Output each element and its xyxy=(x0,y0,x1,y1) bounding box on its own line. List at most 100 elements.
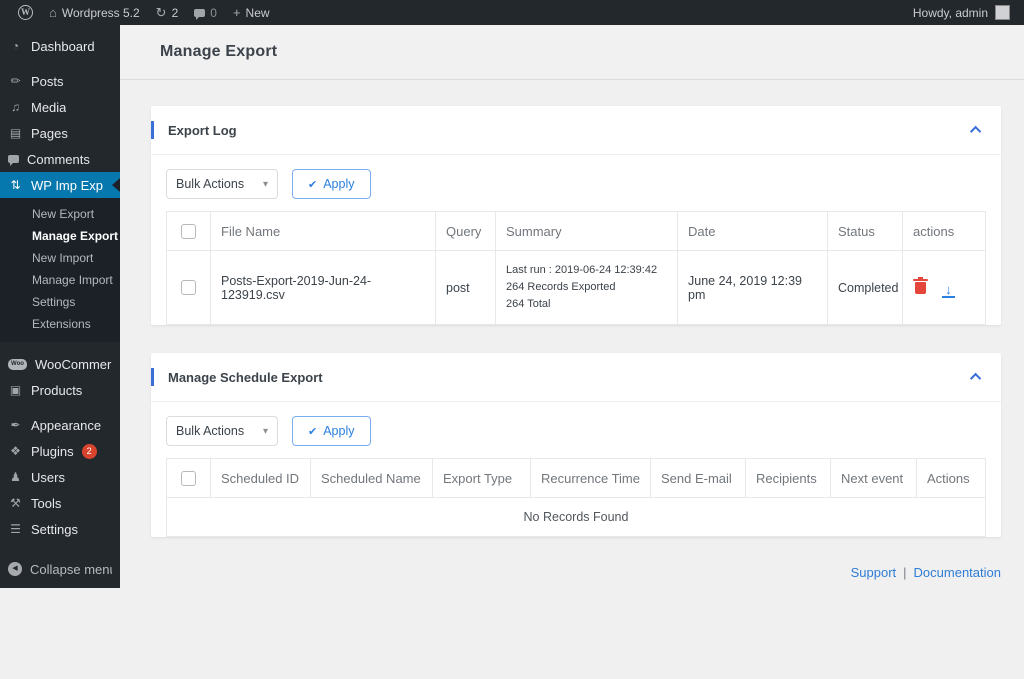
comments-icon xyxy=(8,155,19,166)
posts-icon: ✏ xyxy=(10,74,21,88)
collapse-panel-icon[interactable] xyxy=(969,125,982,138)
summary-line: 264 Total xyxy=(506,298,551,311)
import-export-icon: ⇅ xyxy=(10,178,21,192)
menu-separator xyxy=(0,342,120,351)
schedule-export-title: Manage Schedule Export xyxy=(168,369,323,385)
chevron-down-icon: ▾ xyxy=(262,178,268,190)
sidebar-item-label: Settings xyxy=(31,521,78,537)
collapse-panel-icon[interactable] xyxy=(969,372,982,385)
sidebar-item-users[interactable]: ♟ Users xyxy=(0,464,120,490)
column-header-scheduled-id: Scheduled ID xyxy=(210,458,311,499)
bulk-actions-select[interactable]: Bulk Actions ▾ xyxy=(166,416,278,447)
sidebar-item-label: Plugins xyxy=(31,443,74,459)
comments-count: 0 xyxy=(210,5,217,20)
sidebar-item-tools[interactable]: ⚒ Tools xyxy=(0,490,120,516)
checkbox-header-cell xyxy=(166,210,211,252)
status-cell: Completed xyxy=(827,250,903,326)
documentation-link[interactable]: Documentation xyxy=(914,565,1001,580)
sidebar-menu: ◔ Dashboard ✏ Posts ♫ Media ▤ Pages Comments ⇅ WP … xyxy=(0,25,120,588)
sidebar-item-woocommerce[interactable]: Woo WooCommerce xyxy=(0,351,120,377)
submenu-item-new-export[interactable]: New Export xyxy=(0,203,120,225)
sidebar-item-media[interactable]: ♫ Media xyxy=(0,94,120,120)
plus-icon: + xyxy=(232,5,241,20)
sidebar-item-wp-imp-exp[interactable]: ⇅ WP Imp Exp xyxy=(0,172,120,198)
sidebar-item-label: Posts xyxy=(31,73,64,89)
trash-icon[interactable] xyxy=(913,276,928,294)
sidebar-item-dashboard[interactable]: ◔ Dashboard xyxy=(0,33,120,59)
chevron-down-icon: ▾ xyxy=(262,425,268,437)
wordpress-menu[interactable]: W xyxy=(10,0,41,25)
download-icon[interactable]: ↓ xyxy=(942,283,955,298)
submenu-item-new-import[interactable]: New Import xyxy=(0,247,120,269)
summary-line: 264 Records Exported xyxy=(506,281,616,294)
column-header-recipients: Recipients xyxy=(745,458,831,499)
submenu-item-extensions[interactable]: Extensions xyxy=(0,313,120,335)
submenu-item-settings[interactable]: Settings xyxy=(0,291,120,313)
checkbox-cell xyxy=(166,250,211,326)
submenu-item-manage-import[interactable]: Manage Import xyxy=(0,269,120,291)
no-records-message: No Records Found xyxy=(166,497,986,538)
apply-button[interactable]: ✔ Apply xyxy=(292,416,371,447)
column-header-export-type: Export Type xyxy=(432,458,531,499)
check-icon: ✔ xyxy=(308,425,318,438)
column-header-actions: Actions xyxy=(916,458,986,499)
column-header-recurrence-time: Recurrence Time xyxy=(530,458,651,499)
site-name-link[interactable]: ⌂ Wordpress 5.2 xyxy=(41,0,148,25)
apply-button[interactable]: ✔ Apply xyxy=(292,169,371,199)
footer-separator: | xyxy=(903,565,907,581)
menu-separator xyxy=(0,542,120,556)
settings-icon: ☰ xyxy=(10,522,21,536)
new-content-link[interactable]: + New xyxy=(225,0,278,25)
column-header-file-name: File Name xyxy=(210,210,436,252)
column-header-next-event: Next event xyxy=(830,458,917,499)
export-log-table: File Name Query Summary Date Status actions Po… xyxy=(166,210,986,326)
schedule-export-panel: Manage Schedule Export Bulk Actions ▾ ✔ … xyxy=(151,353,1001,538)
site-name: Wordpress 5.2 xyxy=(61,5,140,20)
sidebar-item-collapse-menu[interactable]: ◀ Collapse menu xyxy=(0,556,120,582)
sidebar-item-pages[interactable]: ▤ Pages xyxy=(0,120,120,146)
column-header-summary: Summary xyxy=(495,210,678,252)
comments-bubble-icon xyxy=(194,8,206,20)
comments-link[interactable]: 0 xyxy=(186,0,225,25)
column-header-send-e-mail: Send E-mail xyxy=(650,458,746,499)
users-icon: ♟ xyxy=(10,470,21,484)
select-all-checkbox[interactable] xyxy=(181,471,196,487)
sidebar-item-label: WooCommerce xyxy=(35,356,112,372)
actions-cell: ↓ xyxy=(902,250,986,326)
tools-icon: ⚒ xyxy=(10,496,21,510)
select-all-checkbox[interactable] xyxy=(181,224,196,240)
sidebar-item-products[interactable]: ▣ Products xyxy=(0,377,120,403)
table-row: Posts-Export-2019-Jun-24-123919.csv post L… xyxy=(166,250,986,326)
export-log-panel-header: Export Log xyxy=(151,106,1001,155)
sidebar-item-appearance[interactable]: ✒ Appearance xyxy=(0,412,120,438)
sidebar-item-label: Comments xyxy=(27,151,90,167)
submenu-item-manage-export[interactable]: Manage Export xyxy=(0,225,120,247)
apply-label: Apply xyxy=(323,424,355,439)
schedule-export-panel-header: Manage Schedule Export xyxy=(151,353,1001,403)
howdy-text[interactable]: Howdy, admin xyxy=(913,6,988,20)
sidebar-item-label: Appearance xyxy=(31,417,102,433)
sidebar-item-settings[interactable]: ☰ Settings xyxy=(0,516,120,542)
sidebar-item-label: WP Imp Exp xyxy=(31,177,104,193)
sidebar-item-label: Collapse menu xyxy=(30,561,112,577)
column-header-query: Query xyxy=(435,210,496,252)
sidebar-item-posts[interactable]: ✏ Posts xyxy=(0,68,120,94)
support-link[interactable]: Support xyxy=(851,565,897,580)
check-icon: ✔ xyxy=(308,178,318,191)
export-log-panel: Export Log Bulk Actions ▾ ✔ Apply File N… xyxy=(151,106,1001,326)
sidebar-item-comments[interactable]: Comments xyxy=(0,146,120,172)
appearance-icon: ✒ xyxy=(10,418,21,432)
apply-label: Apply xyxy=(323,177,355,191)
sidebar-item-plugins[interactable]: ❖ Plugins 2 xyxy=(0,438,120,464)
products-icon: ▣ xyxy=(9,383,22,397)
sidebar-item-label: Media xyxy=(31,99,67,115)
admin-bar: W ⌂ Wordpress 5.2 ↻ 2 0 + New Howdy, adm… xyxy=(0,0,1024,25)
table-header-row: Scheduled ID Scheduled Name Export Type Rec… xyxy=(166,458,986,499)
bulk-actions-select[interactable]: Bulk Actions ▾ xyxy=(166,169,278,199)
updates-count: 2 xyxy=(171,5,179,20)
file-name-cell: Posts-Export-2019-Jun-24-123919.csv xyxy=(210,250,436,326)
user-avatar[interactable] xyxy=(995,5,1010,20)
updates-link[interactable]: ↻ 2 xyxy=(148,0,187,25)
column-header-scheduled-name: Scheduled Name xyxy=(310,458,433,499)
row-checkbox[interactable] xyxy=(181,280,196,296)
